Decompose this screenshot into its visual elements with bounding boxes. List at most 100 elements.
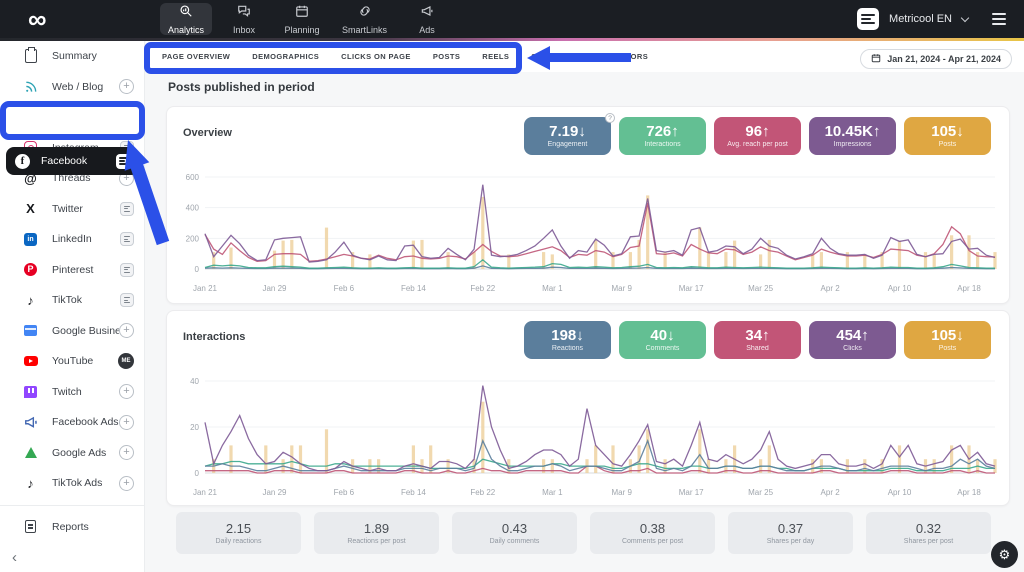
sidebar-item-facebook[interactable]: f Facebook — [6, 147, 139, 175]
svg-text:Apr 10: Apr 10 — [888, 284, 912, 293]
menu-burger-icon[interactable] — [992, 13, 1006, 25]
date-range-picker[interactable]: Jan 21, 2024 - Apr 21, 2024 — [860, 49, 1012, 69]
connected-profile-badge — [120, 202, 134, 216]
overview-card-title: Overview — [183, 127, 232, 139]
nav-analytics[interactable]: Analytics — [160, 3, 212, 35]
svg-text:Feb 14: Feb 14 — [401, 284, 426, 293]
chip-posts-2[interactable]: 105↓ Posts — [904, 321, 991, 359]
stat-value: 0.37 — [778, 521, 803, 536]
tab-page-overview[interactable]: PAGE OVERVIEW — [162, 52, 230, 61]
chip-label: Impressions — [834, 141, 872, 148]
svg-text:Feb 6: Feb 6 — [334, 284, 355, 293]
chip-shared[interactable]: 34↑ Shared — [714, 321, 801, 359]
tab-posts[interactable]: POSTS — [433, 52, 460, 61]
add-connection-icon[interactable]: + — [119, 415, 134, 430]
chip-label: Posts — [939, 345, 957, 352]
chip-engagement[interactable]: ? 7.19↓ Engagement — [524, 117, 611, 155]
sidebar-label: Web / Blog — [52, 81, 119, 93]
chip-posts[interactable]: 105↓ Posts — [904, 117, 991, 155]
sidebar-item-google-business[interactable]: Google Business ... + — [0, 316, 144, 347]
chip-value: 105↓ — [931, 328, 964, 344]
tab-clicks-on-page[interactable]: CLICKS ON PAGE — [341, 52, 411, 61]
sidebar-item-pinterest[interactable]: P Pinterest — [0, 255, 144, 286]
help-icon[interactable]: ? — [605, 113, 615, 123]
chip-avg-reach[interactable]: 96↑ Avg. reach per post — [714, 117, 801, 155]
svg-text:Jan 29: Jan 29 — [262, 284, 287, 293]
linkedin-icon: in — [22, 233, 39, 246]
svg-text:Mar 9: Mar 9 — [611, 488, 632, 497]
add-connection-icon[interactable]: + — [119, 445, 134, 460]
overview-chart[interactable]: 0200400600Jan 21Jan 29Feb 6Feb 14Feb 22M… — [175, 169, 1003, 301]
nav-planning[interactable]: Planning — [276, 0, 328, 38]
chip-reactions[interactable]: 198↓ Reactions — [524, 321, 611, 359]
top-bar: ∞ Analytics Inbox Planning — [0, 0, 1024, 38]
nav-ads[interactable]: Ads — [401, 0, 453, 38]
svg-text:Mar 1: Mar 1 — [542, 488, 563, 497]
add-connection-icon[interactable]: + — [119, 79, 134, 94]
stat-value: 1.89 — [364, 521, 389, 536]
chip-clicks[interactable]: 454↑ Clicks — [809, 321, 896, 359]
metricool-logo-icon[interactable]: ∞ — [28, 2, 47, 36]
sidebar-item-tiktok-ads[interactable]: ♪ TikTok Ads + — [0, 468, 144, 499]
sidebar-label: Twitter — [52, 203, 120, 215]
nav-smartlinks[interactable]: SmartLinks — [334, 0, 395, 38]
stat-comments-per-post: 0.38 Comments per post — [590, 512, 715, 554]
stat-label: Daily comments — [490, 538, 540, 545]
sidebar-item-twitch[interactable]: Twitch + — [0, 377, 144, 408]
tab-competitors[interactable]: COMPETITORS — [589, 52, 648, 61]
nav-inbox[interactable]: Inbox — [218, 0, 270, 38]
add-connection-icon[interactable]: + — [119, 323, 134, 338]
chip-value: 10.45K↑ — [825, 124, 881, 140]
interactions-metric-chips: 198↓ Reactions 40↓ Comments 34↑ Shared 4… — [524, 321, 991, 359]
stat-label: Shares per day — [767, 538, 814, 545]
sidebar-item-twitter[interactable]: X Twitter — [0, 194, 144, 225]
sidebar-label: LinkedIn — [52, 233, 120, 245]
sidebar-item-tiktok[interactable]: ♪ TikTok — [0, 285, 144, 316]
sidebar-label: Pinterest — [52, 264, 120, 276]
add-connection-icon[interactable]: + — [119, 476, 134, 491]
account-name[interactable]: Metricool EN — [889, 13, 952, 25]
settings-gear-button[interactable]: ⚙ — [991, 541, 1018, 568]
svg-text:Jan 21: Jan 21 — [193, 284, 218, 293]
stat-value: 0.32 — [916, 521, 941, 536]
tab-reels[interactable]: REELS — [482, 52, 509, 61]
stat-reactions-per-post: 1.89 Reactions per post — [314, 512, 439, 554]
metricool-app: ∞ Analytics Inbox Planning — [0, 0, 1024, 572]
nav-inbox-label: Inbox — [233, 25, 255, 35]
sidebar-label: Twitch — [52, 386, 119, 398]
trend-down-icon: ↓ — [667, 327, 675, 344]
add-connection-icon[interactable]: + — [119, 384, 134, 399]
svg-text:Mar 17: Mar 17 — [679, 284, 704, 293]
interactions-chart[interactable]: 02040Jan 21Jan 29Feb 6Feb 14Feb 22Mar 1M… — [175, 373, 1003, 505]
chip-comments[interactable]: 40↓ Comments — [619, 321, 706, 359]
tab-demographics[interactable]: DEMOGRAPHICS — [252, 52, 319, 61]
svg-text:Feb 14: Feb 14 — [401, 488, 426, 497]
connected-profile-badge: ME — [118, 353, 134, 369]
ads-megaphone-icon — [420, 4, 434, 23]
sidebar-item-linkedin[interactable]: in LinkedIn — [0, 224, 144, 255]
trend-down-icon: ↓ — [578, 123, 586, 140]
sidebar-collapse-icon[interactable]: ‹ — [12, 549, 17, 566]
summary-clipboard-icon — [22, 49, 39, 63]
sidebar-item-web-blog[interactable]: Web / Blog + — [0, 72, 144, 103]
inbox-chat-icon — [237, 4, 251, 23]
chevron-down-icon[interactable] — [961, 13, 969, 21]
nav-analytics-label: Analytics — [168, 25, 204, 35]
sidebar-item-facebook-ads[interactable]: Facebook Ads + — [0, 407, 144, 438]
sidebar-item-youtube[interactable]: YouTube ME — [0, 346, 144, 377]
chip-value: 726↑ — [646, 124, 679, 140]
chip-impressions[interactable]: 10.45K↑ Impressions — [809, 117, 896, 155]
sidebar-item-google-ads[interactable]: Google Ads + — [0, 438, 144, 469]
svg-text:Feb 22: Feb 22 — [470, 488, 495, 497]
analytics-magnifier-icon — [179, 4, 193, 23]
chip-interactions[interactable]: 726↑ Interactions — [619, 117, 706, 155]
reports-document-icon — [22, 520, 39, 533]
stat-label: Shares per post — [904, 538, 953, 545]
tab-stories[interactable]: STORIES — [531, 52, 567, 61]
sidebar-item-summary[interactable]: Summary — [0, 41, 144, 72]
chip-label: Shared — [746, 345, 769, 352]
sidebar-item-reports[interactable]: Reports — [0, 512, 144, 543]
chip-value: 40↓ — [650, 328, 674, 344]
trend-down-icon: ↓ — [576, 327, 584, 344]
brand-avatar[interactable] — [857, 8, 879, 30]
